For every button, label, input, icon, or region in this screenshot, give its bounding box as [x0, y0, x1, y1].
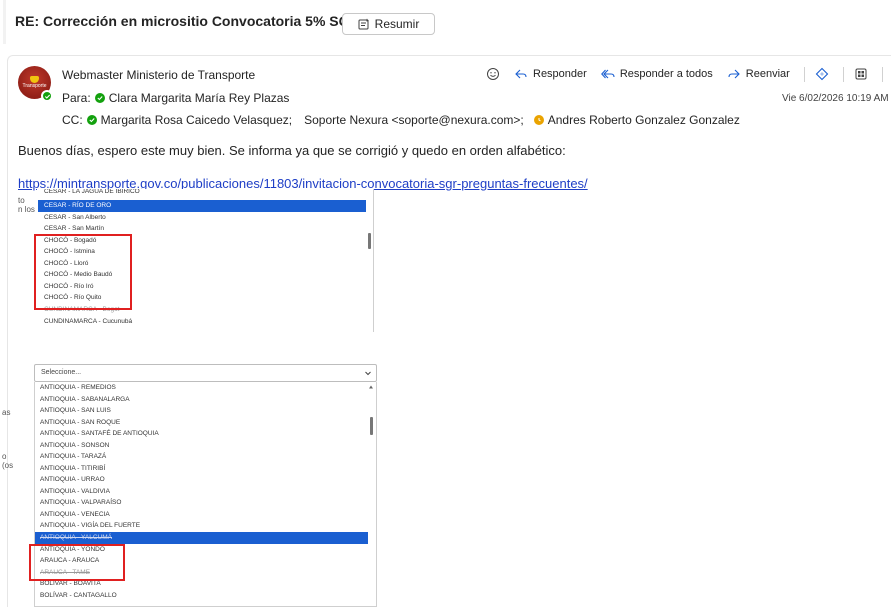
message-actions: Responder Responder a todos Reenviar ··· — [486, 66, 891, 82]
list-option[interactable]: BOLÍVAR - CANTAGALLO — [35, 590, 368, 602]
list-option[interactable]: ANTIOQUIA - VALPARAÍSO — [35, 497, 368, 509]
cropped-text: o — [2, 452, 7, 461]
subject-bar: RE: Corrección en micrositio Convocatori… — [0, 0, 891, 44]
forward-button[interactable]: Reenviar — [727, 67, 790, 81]
grid-icon — [855, 68, 867, 80]
select-placeholder: Seleccione... — [41, 369, 82, 376]
summarize-icon — [358, 18, 369, 30]
presence-available-icon — [86, 115, 97, 125]
list-option[interactable]: ANTIOQUIA - URRAO — [35, 474, 368, 486]
reply-label: Responder — [533, 68, 587, 80]
list-option[interactable]: ANTIOQUIA - VIGÍA DEL FUERTE — [35, 520, 368, 532]
cc-line: CC: Margarita Rosa Caicedo Velasquez; So… — [62, 113, 740, 127]
list-option[interactable]: CESAR - LA JAGUA DE IBIRICO — [38, 189, 366, 197]
cropped-text: to — [18, 196, 25, 205]
reply-icon — [515, 69, 527, 79]
divider — [842, 66, 844, 82]
reply-all-label: Responder a todos — [619, 68, 713, 80]
highlight-box — [34, 234, 132, 310]
cc-label: CC: — [62, 113, 83, 127]
cc-recipient[interactable]: Andres Roberto Gonzalez Gonzalez — [548, 113, 740, 127]
cc-recipient[interactable]: Soporte Nexura <soporte@nexura.com>; — [304, 113, 524, 127]
cropped-text: (os — [2, 461, 14, 470]
body-paragraph: Buenos días, espero este muy bien. Se in… — [18, 143, 566, 158]
to-line: Para: Clara Margarita María Rey Plazas — [62, 91, 289, 105]
cropped-text: as — [2, 408, 11, 417]
cc-recipient[interactable]: Margarita Rosa Caicedo Velasquez; — [101, 113, 292, 127]
list-option-selected[interactable]: ANTIOQUIA - YALCUMÁ — [35, 532, 368, 544]
list-option[interactable]: ANTIOQUIA - SANTAFÉ DE ANTIOQUIA — [35, 428, 368, 440]
highlight-box — [29, 544, 125, 581]
presence-available-icon — [94, 93, 105, 103]
to-recipient[interactable]: Clara Margarita María Rey Plazas — [109, 91, 290, 105]
scrollbar-thumb[interactable] — [370, 417, 373, 435]
divider — [881, 66, 883, 82]
forward-icon — [728, 69, 740, 79]
forward-label: Reenviar — [745, 68, 790, 80]
cropped-text: n los — [18, 205, 35, 214]
department-select[interactable]: Seleccione... — [34, 364, 377, 382]
subject-bar-edge — [3, 0, 6, 44]
emoji-reaction-button[interactable] — [486, 67, 500, 81]
loop-button[interactable] — [815, 67, 829, 81]
apps-button[interactable] — [854, 67, 868, 81]
reply-all-button[interactable]: Responder a todos — [600, 67, 713, 81]
presence-away-icon — [533, 115, 544, 125]
scrollbar-thumb[interactable] — [368, 233, 371, 249]
sender-name[interactable]: Webmaster Ministerio de Transporte — [62, 68, 255, 82]
crest-icon — [30, 76, 39, 83]
smiley-icon — [487, 68, 499, 80]
to-label: Para: — [62, 91, 91, 105]
summarize-button[interactable]: Resumir — [342, 13, 435, 35]
avatar-text: Transporte — [22, 83, 47, 89]
scroll-up-icon[interactable] — [368, 384, 374, 390]
list-option[interactable]: CUNDINAMARCA - Cucunubá — [38, 316, 366, 328]
summarize-label: Resumir — [374, 17, 420, 31]
chevron-down-icon — [365, 371, 371, 376]
email-subject: RE: Corrección en micrositio Convocatori… — [15, 13, 360, 29]
reply-button[interactable]: Responder — [514, 67, 587, 81]
list-option[interactable]: ANTIOQUIA - REMEDIOS — [35, 382, 368, 394]
list-option-selected[interactable]: CESAR - RÍO DE ORO — [38, 200, 366, 212]
presence-available-icon — [41, 90, 53, 102]
divider — [803, 66, 805, 82]
reply-all-icon — [600, 69, 615, 79]
list-option[interactable]: ANTIOQUIA - SAN LUIS — [35, 405, 368, 417]
list-option[interactable]: ANTIOQUIA - TARAZÁ — [35, 451, 368, 463]
message-date: Vie 6/02/2026 10:19 AM — [782, 93, 889, 104]
loop-icon — [815, 67, 829, 81]
